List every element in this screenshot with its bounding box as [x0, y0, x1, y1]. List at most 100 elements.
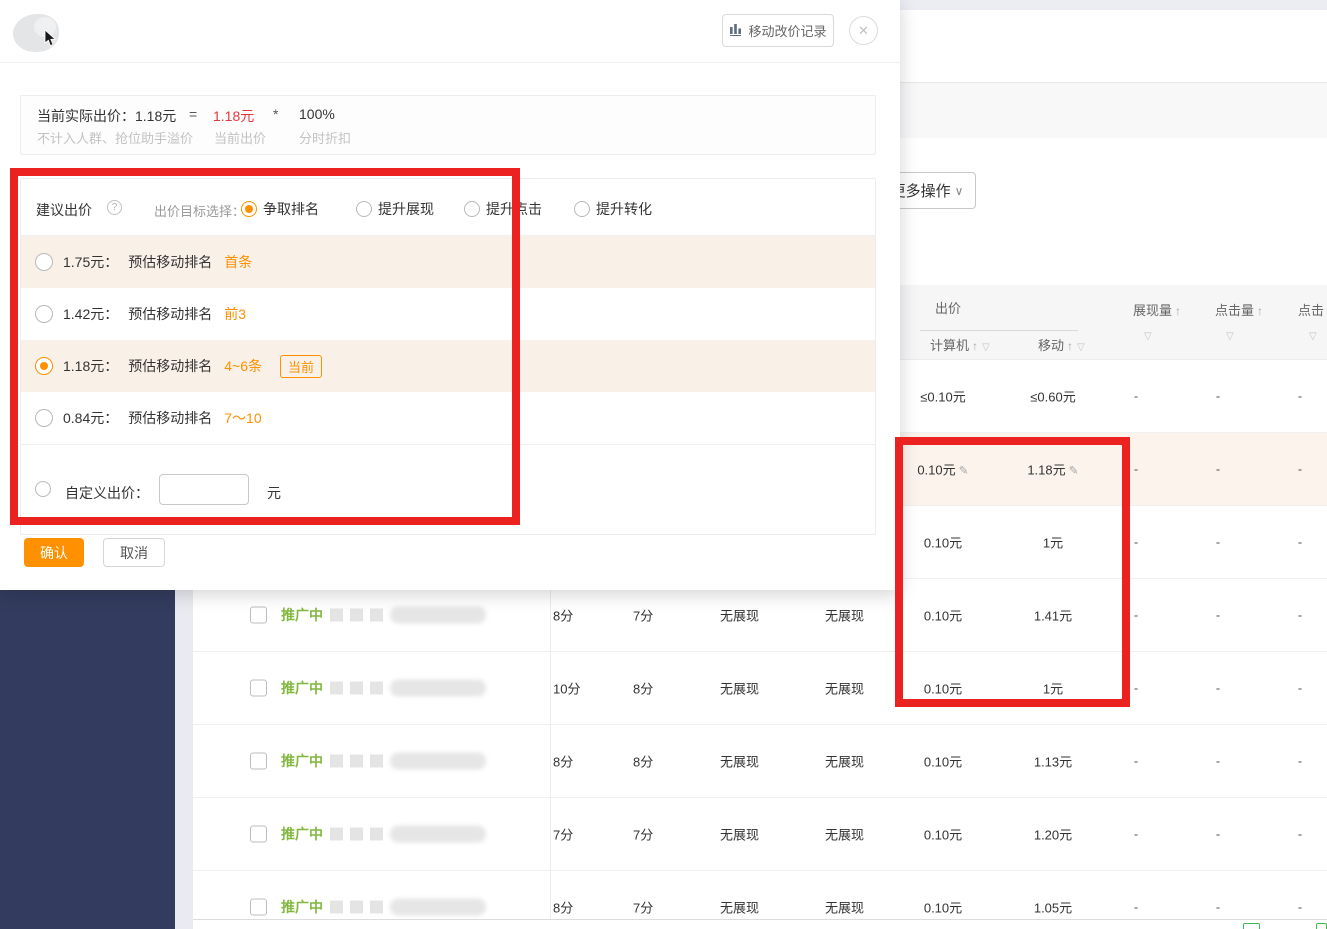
- bid-option[interactable]: 0.84元： 预估移动排名 7～10: [21, 392, 875, 444]
- impressions-value: -: [1133, 899, 1139, 915]
- ctr-value: -: [1297, 680, 1303, 696]
- bid-option[interactable]: 1.18元： 预估移动排名 4~6条 当前: [21, 340, 875, 392]
- radio-icon[interactable]: [35, 357, 53, 375]
- help-icon[interactable]: ?: [107, 200, 122, 215]
- pc-bid-value: 0.10元 ✎: [917, 462, 969, 478]
- status-badge: 推广中: [281, 826, 323, 842]
- mobile-price-history-button[interactable]: 移动改价记录: [722, 14, 834, 47]
- toolbar-band: [893, 83, 1327, 138]
- sort-up-icon[interactable]: ↑: [1257, 304, 1263, 318]
- clicks-value: -: [1215, 461, 1221, 477]
- custom-bid-unit: 元: [267, 485, 281, 501]
- filter-icon[interactable]: ▽: [1226, 331, 1234, 342]
- pc-bid-value: 0.10元: [923, 681, 963, 697]
- row-checkbox[interactable]: [250, 679, 267, 697]
- mobile-quality-score: 7分: [633, 608, 654, 624]
- current-bid-summary: 当前实际出价：1.18元 = 1.18元 * 100% 不计入人群、抢位助手溢价…: [20, 95, 876, 155]
- radio-icon[interactable]: [241, 201, 257, 217]
- sort-up-icon[interactable]: ↑: [1175, 304, 1181, 318]
- radio-icon[interactable]: [574, 201, 590, 217]
- bar-chart-icon: [729, 22, 743, 39]
- dialog-header-divider: [0, 62, 900, 63]
- clicks-value: -: [1215, 680, 1221, 696]
- pc-bid-value: ≤0.10元: [920, 389, 966, 405]
- row-checkbox[interactable]: [250, 752, 267, 770]
- impressions-value: -: [1133, 607, 1139, 623]
- pc-impression-status: 无展现: [720, 754, 760, 770]
- table-bottom-border: [193, 919, 1327, 920]
- clicks-value: -: [1215, 899, 1221, 915]
- impressions-value: -: [1133, 388, 1139, 404]
- radio-icon[interactable]: [464, 201, 480, 217]
- radio-icon[interactable]: [35, 253, 53, 271]
- clicks-value: -: [1215, 826, 1221, 842]
- bid-option[interactable]: 1.42元： 预估移动排名 前3: [21, 288, 875, 340]
- col-ctr[interactable]: 点击↑: [1298, 300, 1327, 319]
- sort-up-icon[interactable]: ↑: [1067, 339, 1073, 353]
- bid-target-option[interactable]: 提升点击: [464, 199, 542, 219]
- row-checkbox[interactable]: [250, 898, 267, 916]
- radio-icon[interactable]: [35, 409, 53, 427]
- pc-impression-status: 无展现: [720, 681, 760, 697]
- pc-bid-value: 0.10元: [923, 608, 963, 624]
- edit-pencil-icon[interactable]: ✎: [959, 464, 969, 478]
- pc-quality-score: 8分: [553, 900, 574, 916]
- option-price: 1.18元：: [63, 358, 119, 374]
- mobile-bid-value: 1.20元: [1033, 827, 1073, 843]
- radio-icon[interactable]: [356, 201, 372, 217]
- mobile-impression-status: 无展现: [825, 681, 865, 697]
- col-bid-mobile[interactable]: 移动 ↑ ▽: [1038, 335, 1085, 354]
- custom-bid-row[interactable]: 自定义出价： 元: [21, 444, 875, 533]
- row-checkbox[interactable]: [250, 606, 267, 624]
- option-rank: 前3: [224, 306, 247, 322]
- clicks-value: -: [1215, 753, 1221, 769]
- option-price: 1.42元：: [63, 306, 119, 322]
- pc-bid-value: 0.10元: [923, 900, 963, 916]
- status-badge: 推广中: [281, 753, 323, 769]
- bid-target-option[interactable]: 提升转化: [574, 199, 652, 219]
- note-exclude: 不计入人群、抢位助手溢价: [37, 131, 194, 146]
- custom-bid-input[interactable]: [159, 474, 249, 505]
- mobile-impression-status: 无展现: [825, 900, 865, 916]
- ctr-value: -: [1297, 461, 1303, 477]
- clicks-value: -: [1215, 607, 1221, 623]
- pagination-fragment: [1243, 923, 1260, 929]
- current-tag: 当前: [280, 354, 323, 378]
- col-clicks[interactable]: 点击量 ↑: [1215, 300, 1263, 319]
- col-impressions[interactable]: 展现量 ↑: [1133, 300, 1181, 319]
- screen: 更多操作 ∨ 出价 计算机↑▽ 移动↑▽ 展现量↑ ▽ 点击量↑ ▽ 点击↑ ▽…: [0, 0, 1327, 929]
- impressions-value: -: [1133, 461, 1139, 477]
- option-rank: 首条: [224, 254, 253, 270]
- radio-icon[interactable]: [35, 481, 51, 497]
- product-thumbnails: [330, 606, 486, 624]
- pc-bid-value: 0.10元: [923, 535, 963, 551]
- filter-icon[interactable]: ▽: [1144, 331, 1152, 342]
- option-rank: 4~6条: [224, 358, 262, 374]
- suggest-title: 建议出价: [36, 202, 92, 218]
- impressions-value: -: [1133, 753, 1139, 769]
- confirm-button[interactable]: 确认: [24, 538, 84, 567]
- mobile-impression-status: 无展现: [825, 608, 865, 624]
- filter-icon[interactable]: ▽: [1309, 331, 1317, 342]
- mobile-bid-value: 1.13元: [1033, 754, 1073, 770]
- mobile-quality-score: 8分: [633, 681, 654, 697]
- filter-icon[interactable]: ▽: [982, 342, 990, 353]
- row-checkbox[interactable]: [250, 825, 267, 843]
- mobile-bid-value: 1.18元 ✎: [1027, 462, 1079, 478]
- bid-target-selector: 建议出价 ? 出价目标选择： 争取排名 提升展现 提升点击 提升转化: [21, 179, 875, 236]
- col-bid-pc[interactable]: 计算机 ↑ ▽: [930, 335, 990, 354]
- bid-option[interactable]: 1.75元： 预估移动排名 首条: [21, 236, 875, 288]
- cancel-button[interactable]: 取消: [103, 538, 165, 567]
- sort-up-icon[interactable]: ↑: [972, 339, 978, 353]
- target-label: 提升展现: [378, 201, 434, 217]
- filter-icon[interactable]: ▽: [1077, 342, 1085, 353]
- close-icon[interactable]: ✕: [849, 16, 878, 45]
- chevron-down-icon: ∨: [954, 183, 964, 198]
- radio-icon[interactable]: [35, 305, 53, 323]
- bid-target-option[interactable]: 争取排名: [241, 199, 319, 219]
- bid-target-option[interactable]: 提升展现: [356, 199, 434, 219]
- product-thumbnails: [330, 679, 486, 697]
- target-label: 提升点击: [486, 201, 542, 217]
- edit-pencil-icon[interactable]: ✎: [1069, 464, 1079, 478]
- mobile-bid-value: 1元: [1042, 681, 1064, 697]
